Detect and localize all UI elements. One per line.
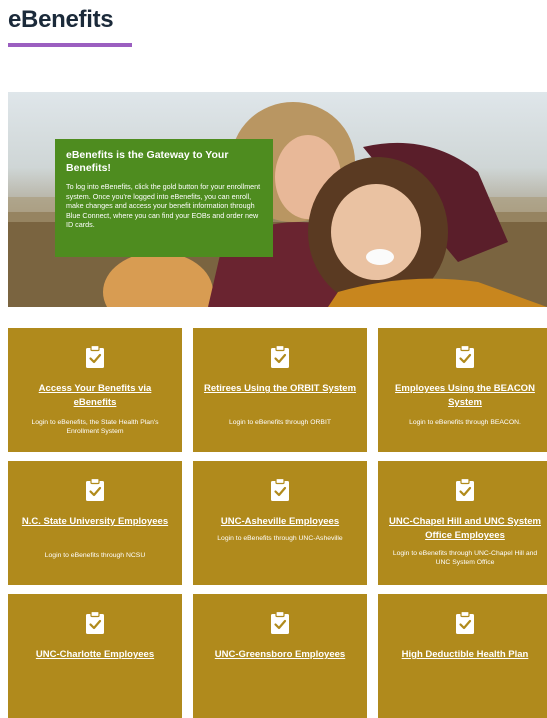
tile-description: Login to eBenefits, the State Health Pla… xyxy=(31,419,159,435)
tile-title[interactable]: UNC-Chapel Hill and UNC System Office Em… xyxy=(386,515,544,543)
clipboard-check-icon xyxy=(456,478,474,501)
hero-heading: eBenefits is the Gateway to Your Benefit… xyxy=(66,149,229,174)
clipboard-check-icon xyxy=(456,611,474,634)
clipboard-check-icon xyxy=(271,611,289,634)
tile-title[interactable]: Access Your Benefits via eBenefits xyxy=(16,382,174,410)
tile-description: Login to eBenefits through NCSU xyxy=(44,552,146,559)
hero-body-text: To log into eBenefits, click the gold bu… xyxy=(66,182,261,230)
tile-title[interactable]: UNC-Asheville Employees xyxy=(201,515,359,529)
tile-title[interactable]: N.C. State University Employees xyxy=(16,515,174,529)
tile-unc-asheville[interactable]: UNC-Asheville Employees Login to eBenefi… xyxy=(193,461,367,585)
clipboard-check-icon xyxy=(86,478,104,501)
title-underline xyxy=(8,43,132,47)
tile-unc-chapel-hill[interactable]: UNC-Chapel Hill and UNC System Office Em… xyxy=(378,461,547,585)
tile-description: Login to eBenefits through UNC-Asheville xyxy=(217,535,343,542)
tile-title[interactable]: Employees Using the BEACON System xyxy=(386,382,544,410)
tile-unc-charlotte[interactable]: UNC-Charlotte Employees xyxy=(8,594,182,718)
tile-title[interactable]: Retirees Using the ORBIT System xyxy=(201,382,359,396)
hero-info-card: eBenefits is the Gateway to Your Benefit… xyxy=(55,139,273,257)
tile-retirees-orbit[interactable]: Retirees Using the ORBIT System Login to… xyxy=(193,328,367,452)
tile-high-deductible-plan[interactable]: High Deductible Health Plan xyxy=(378,594,547,718)
tile-unc-greensboro[interactable]: UNC-Greensboro Employees xyxy=(193,594,367,718)
tile-description: Login to eBenefits through BEACON. xyxy=(409,419,521,426)
tile-employees-beacon[interactable]: Employees Using the BEACON System Login … xyxy=(378,328,547,452)
hero-banner: eBenefits is the Gateway to Your Benefit… xyxy=(8,92,547,307)
tile-ncsu-employees[interactable]: N.C. State University Employees Login to… xyxy=(8,461,182,585)
tile-description: Login to eBenefits through UNC-Chapel Hi… xyxy=(392,550,538,566)
tile-access-benefits[interactable]: Access Your Benefits via eBenefits Login… xyxy=(8,328,182,452)
tile-description: Login to eBenefits through ORBIT xyxy=(228,419,331,426)
clipboard-check-icon xyxy=(271,478,289,501)
clipboard-check-icon xyxy=(271,345,289,368)
clipboard-check-icon xyxy=(86,611,104,634)
clipboard-check-icon xyxy=(86,345,104,368)
page-title: eBenefits xyxy=(8,6,114,33)
clipboard-check-icon xyxy=(456,345,474,368)
